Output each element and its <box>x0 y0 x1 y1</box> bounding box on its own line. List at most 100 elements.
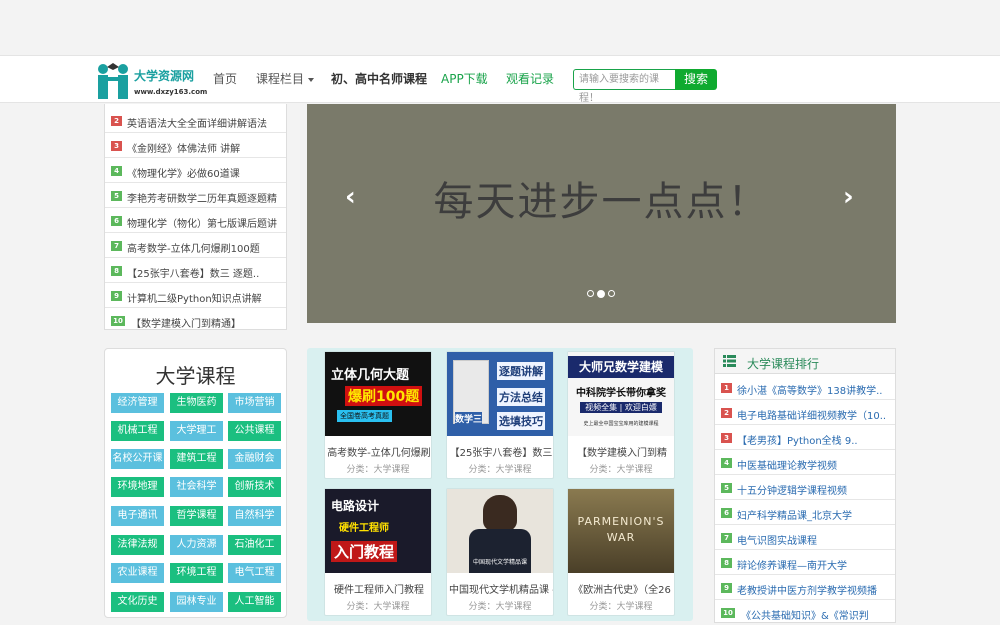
course-category: 分类：大学课程 <box>346 602 410 612</box>
thumbnail-text: 爆刷100题 <box>345 386 423 406</box>
course-thumbnail: 数学三 逐题讲解 方法总结 选填技巧 <box>447 352 553 436</box>
category-tag[interactable]: 经济管理 <box>111 393 164 413</box>
category-tag[interactable]: 人工智能 <box>228 592 281 612</box>
nav-home[interactable]: 首页 <box>213 70 237 87</box>
ranking-item[interactable]: 2 电子电路基础详细视频教学（10.. <box>715 400 895 425</box>
course-card[interactable]: 大师兄数学建模 中科院学长带你拿奖 视频全集 | 欢迎白嫖 史上最全中国宝宝库用… <box>567 351 675 479</box>
list-item[interactable]: 4 《物理化学》必做60道课 <box>105 158 286 183</box>
carousel-prev-icon[interactable]: ‹ <box>345 182 356 212</box>
category-tag[interactable]: 社会科学 <box>170 477 223 497</box>
list-item-title: 【25张宇八套卷】数三 逐题.. <box>127 269 260 280</box>
list-item[interactable]: 7 高考数学-立体几何爆刷100题 <box>105 233 286 258</box>
site-logo[interactable]: 大学资源网 www.dxzy163.com <box>94 60 207 102</box>
nav-history[interactable]: 观看记录 <box>506 70 554 87</box>
list-item[interactable]: 9 计算机二级Python知识点讲解 <box>105 283 286 308</box>
search-input[interactable]: 请输入要搜索的课程！ <box>573 69 676 104</box>
category-tag[interactable]: 园林专业 <box>170 592 223 612</box>
thumbnail-text: 中科院学长带你拿奖 <box>576 388 666 399</box>
ranking-item[interactable]: 7 电气识图实战课程 <box>715 525 895 550</box>
category-tag[interactable]: 环境地理 <box>111 477 164 497</box>
course-title: 【25张宇八套卷】数三 <box>449 448 553 459</box>
hero-carousel[interactable]: 每天进步一点点！ ‹ › <box>307 104 896 323</box>
nav-app-download[interactable]: APP下载 <box>441 70 488 87</box>
category-tag[interactable]: 哲学课程 <box>170 506 223 526</box>
course-card[interactable]: 数学三 逐题讲解 方法总结 选填技巧 【25张宇八套卷】数三 分类：大学课程 <box>446 351 554 479</box>
category-tag[interactable]: 机械工程 <box>111 421 164 441</box>
lecturer-head-image <box>483 495 517 531</box>
category-tag[interactable]: 公共课程 <box>228 421 281 441</box>
course-category: 分类：大学课程 <box>589 602 653 612</box>
thumbnail-text: 硬件工程师 <box>339 523 389 534</box>
category-tag[interactable]: 文化历史 <box>111 592 164 612</box>
rank-number: 8 <box>111 266 122 276</box>
course-card[interactable]: 中国现代文学精品课 中国现代文学机精品课 - 分类：大学课程 <box>446 488 554 616</box>
logo-icon <box>98 63 128 99</box>
ranking-item-title: 电子电路基础详细视频教学（10.. <box>737 411 887 422</box>
ranking-item[interactable]: 1 徐小湛《高等数学》138讲教学.. <box>715 375 895 400</box>
ranking-item[interactable]: 6 妇产科学精品课_北京大学 <box>715 500 895 525</box>
rank-number: 3 <box>111 141 122 151</box>
rank-number: 10 <box>111 316 125 326</box>
thumbnail-text: PARMENION'S <box>577 515 665 528</box>
course-card[interactable]: PARMENION'S WAR 《欧洲古代史》（全26 分类：大学课程 <box>567 488 675 616</box>
ranking-item[interactable]: 3 【老男孩】Python全栈 9.. <box>715 425 895 450</box>
course-category: 分类：大学课程 <box>589 465 653 475</box>
thumbnail-text: 方法总结 <box>497 388 545 406</box>
course-card[interactable]: 立体几何大题 爆刷100题 全国卷高考真题 高考数学-立体几何爆刷 分类：大学课… <box>324 351 432 479</box>
category-tag[interactable]: 金融财会 <box>228 449 281 469</box>
site-name: 大学资源网 <box>134 69 195 83</box>
list-item-title: 《金刚经》体佛法师 讲解 <box>127 144 241 155</box>
carousel-dot[interactable] <box>608 290 615 297</box>
category-title: 大学课程 <box>155 364 236 388</box>
rank-number: 4 <box>721 458 732 468</box>
navbar: 大学资源网 www.dxzy163.com 首页 课程栏目 初、高中名师课程 A… <box>0 55 1000 104</box>
ranking-item[interactable]: 8 辩论修养课程—南开大学 <box>715 550 895 575</box>
list-item-title: 李艳芳考研数学二历年真题逐题精 <box>127 194 277 205</box>
course-title: 【数学建模入门到精 <box>577 448 667 459</box>
rank-number: 7 <box>111 241 122 251</box>
ranking-item[interactable]: 4 中医基础理论教学视频 <box>715 450 895 475</box>
ranking-item[interactable]: 5 十五分钟逻辑学课程视频 <box>715 475 895 500</box>
list-item[interactable]: 6 物理化学（物化）第七版课后题讲 <box>105 208 286 233</box>
list-item[interactable]: 5 李艳芳考研数学二历年真题逐题精 <box>105 183 286 208</box>
category-tag[interactable]: 电子通讯 <box>111 506 164 526</box>
category-tag[interactable]: 名校公开课 <box>111 449 164 469</box>
nav-courses-dropdown[interactable]: 课程栏目 <box>256 70 315 87</box>
list-item-title: 计算机二级Python知识点讲解 <box>127 294 262 305</box>
category-tag[interactable]: 石油化工 <box>228 535 281 555</box>
category-tag[interactable]: 农业课程 <box>111 563 164 583</box>
category-tag[interactable]: 创新技术 <box>228 477 281 497</box>
category-tag[interactable]: 环境工程 <box>170 563 223 583</box>
category-tag[interactable]: 生物医药 <box>170 393 223 413</box>
course-card[interactable]: 电路设计 硬件工程师 入门教程 硬件工程师入门教程 分类：大学课程 <box>324 488 432 616</box>
rank-number: 2 <box>111 116 122 126</box>
hot-course-list: 2 英语语法大全全面详细讲解语法 3 《金刚经》体佛法师 讲解 4 《物理化学》必做6… <box>104 104 287 330</box>
nav-teachers[interactable]: 初、高中名师课程 <box>331 70 427 87</box>
category-tag[interactable]: 大学理工 <box>170 421 223 441</box>
carousel-dot[interactable] <box>587 290 594 297</box>
course-thumbnail: PARMENION'S WAR <box>568 489 674 573</box>
list-item[interactable]: 8 【25张宇八套卷】数三 逐题.. <box>105 258 286 283</box>
carousel-dot-active[interactable] <box>597 289 605 298</box>
category-tag[interactable]: 人力资源 <box>170 535 223 555</box>
category-tag[interactable]: 自然科学 <box>228 506 281 526</box>
rank-number: 9 <box>111 291 122 301</box>
list-icon <box>723 355 736 367</box>
ranking-item[interactable]: 9 老教授讲中医方剂学教学视频播 <box>715 575 895 600</box>
category-tag[interactable]: 法律法规 <box>111 535 164 555</box>
course-thumbnail: 电路设计 硬件工程师 入门教程 <box>325 489 431 573</box>
category-tag[interactable]: 电气工程 <box>228 563 281 583</box>
category-panel: 大学课程 经济管理 生物医药 市场营销 机械工程 大学理工 公共课程 名校公开课… <box>104 348 287 618</box>
caret-down-icon <box>308 77 315 82</box>
ranking-item[interactable]: 10 《公共基础知识》&《常识判 <box>715 600 895 625</box>
category-tag[interactable]: 市场营销 <box>228 393 281 413</box>
course-category: 分类：大学课程 <box>468 602 532 612</box>
list-item-title: 【数学建模入门到精通】 <box>131 319 241 330</box>
list-item[interactable]: 2 英语语法大全全面详细讲解语法 <box>105 108 286 133</box>
category-tag[interactable]: 建筑工程 <box>170 449 223 469</box>
list-item[interactable]: 10 【数学建模入门到精通】 <box>105 308 286 333</box>
rank-number: 6 <box>111 216 122 226</box>
carousel-next-icon[interactable]: › <box>843 182 854 212</box>
search-button[interactable]: 搜索 <box>675 69 717 90</box>
list-item[interactable]: 3 《金刚经》体佛法师 讲解 <box>105 133 286 158</box>
